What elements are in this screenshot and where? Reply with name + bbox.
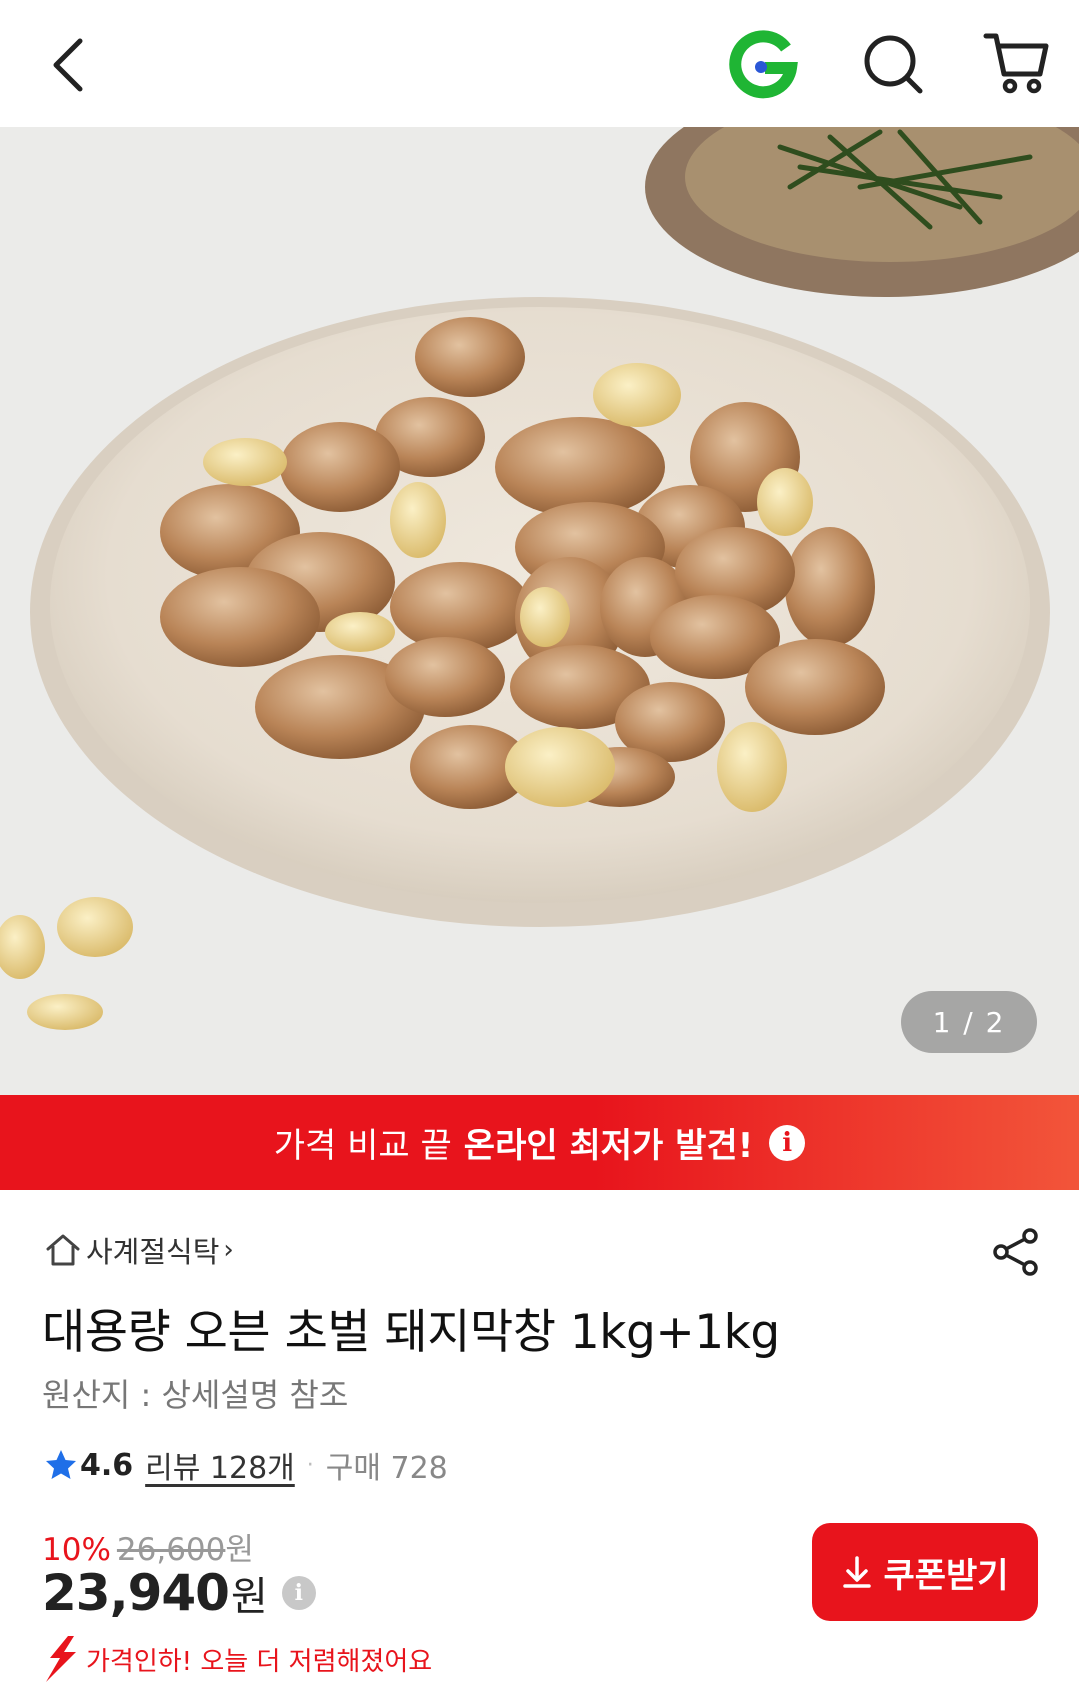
sale-price: 23,940 <box>42 1564 230 1622</box>
price-currency: 원 <box>230 1574 268 1620</box>
share-icon <box>993 1228 1038 1276</box>
g-logo-icon[interactable] <box>728 30 798 100</box>
search-icon <box>864 35 923 94</box>
chevron-left-icon <box>53 38 83 92</box>
coupon-download-button[interactable]: 쿠폰받기 <box>812 1523 1038 1621</box>
chevron-right-icon: › <box>223 1235 234 1265</box>
share-button[interactable] <box>990 1226 1042 1278</box>
price-info-icon[interactable]: i <box>281 1576 316 1610</box>
star-icon <box>46 1450 76 1479</box>
download-icon <box>843 1556 872 1588</box>
price-drop-text: 가격인하! 오늘 더 저렴해졌어요 <box>86 1646 433 1677</box>
banner-text-light: 가격 비교 끝 <box>273 1126 452 1166</box>
home-icon <box>46 1234 80 1266</box>
purchase-count: 구매 728 <box>325 1451 448 1486</box>
product-title: 대용량 오븐 초벌 돼지막창 1kg+1kg <box>42 1305 780 1360</box>
rating-score: 4.6 <box>80 1447 134 1483</box>
product-image-gallery[interactable]: 1 / 2 <box>0 127 1079 1095</box>
discount-row: 10% 26,600 원 <box>42 1524 254 1569</box>
rating-row: 4.6 리뷰 128개 · 구매 728 <box>44 1440 448 1490</box>
cart-icon <box>983 33 1049 94</box>
discount-percent: 10% <box>42 1532 111 1568</box>
separator-dot: · <box>306 1452 314 1478</box>
price-down-arrow-icon <box>46 1636 76 1682</box>
original-price-currency: 원 <box>225 1532 254 1568</box>
back-button[interactable] <box>38 30 98 100</box>
store-name: 사계절식탁 <box>86 1235 220 1269</box>
product-origin: 원산지 : 상세설명 참조 <box>42 1376 349 1414</box>
price-row: 23,940 원 i <box>42 1564 316 1622</box>
info-icon[interactable]: i <box>769 1124 806 1161</box>
search-button[interactable] <box>858 30 928 100</box>
original-price: 26,600 <box>116 1532 226 1568</box>
cart-button[interactable] <box>982 28 1054 100</box>
price-drop-notice: 가격인하! 오늘 더 저렴해졌어요 <box>42 1634 432 1684</box>
top-header <box>0 0 1079 127</box>
store-link[interactable]: 사계절식탁 › <box>44 1225 234 1275</box>
product-photo <box>0 127 1079 1095</box>
coupon-button-label: 쿠폰받기 <box>883 1555 1009 1596</box>
banner-text-bold: 온라인 최저가 발견! <box>463 1126 754 1166</box>
review-link[interactable]: 리뷰 128개 <box>145 1443 295 1487</box>
lowest-price-banner[interactable]: 가격 비교 끝 온라인 최저가 발견! i <box>0 1095 1079 1190</box>
gallery-page-indicator: 1 / 2 <box>901 991 1037 1053</box>
